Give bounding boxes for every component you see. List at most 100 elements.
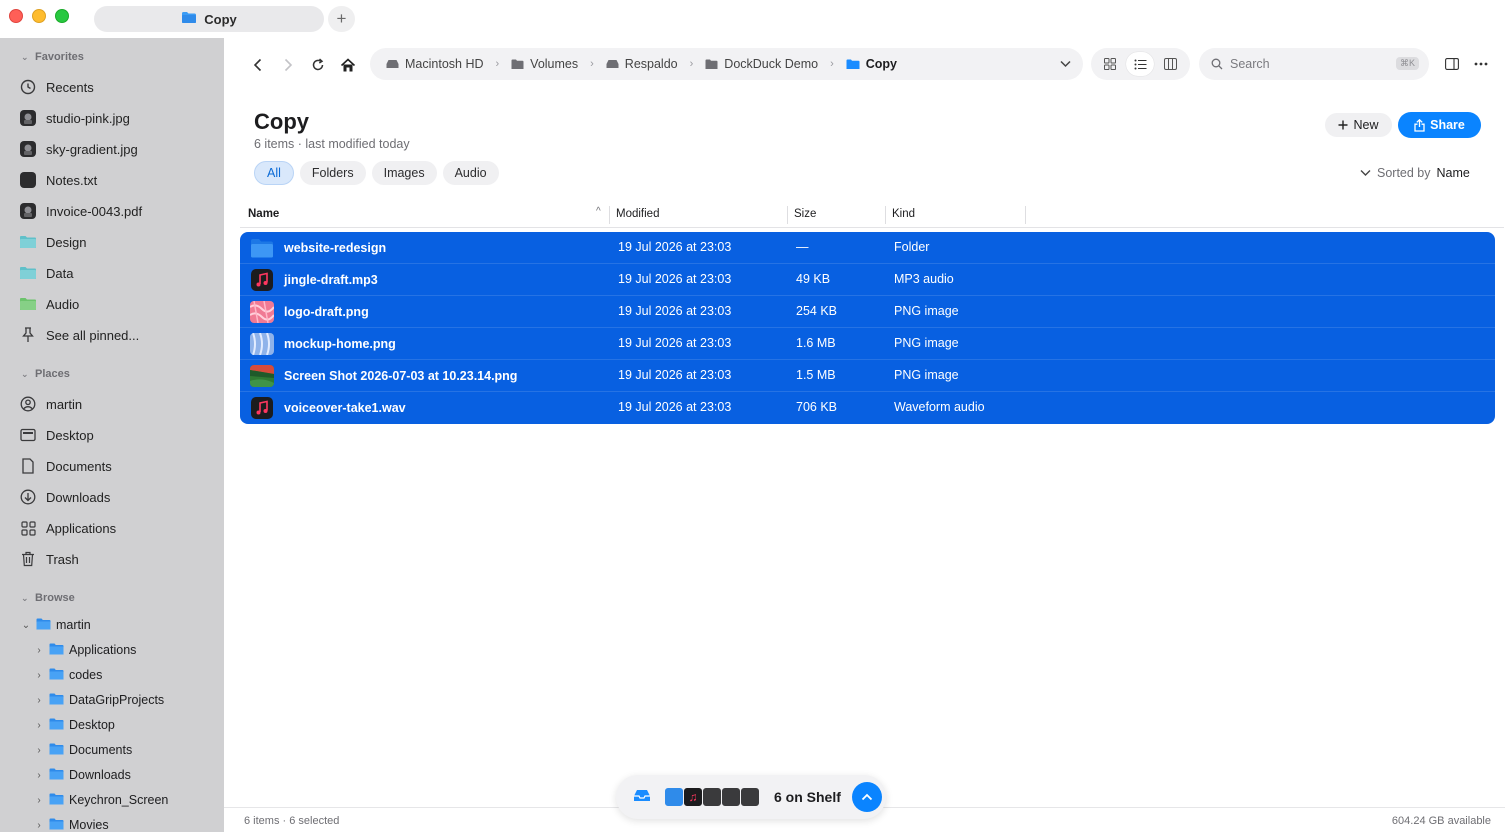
filter-all[interactable]: All [254,161,294,185]
browse-tree-item[interactable]: › Documents [34,739,132,761]
breadcrumb-macintosh-hd[interactable]: Macintosh HD [386,57,484,71]
folder-icon [19,295,37,313]
places-section-header[interactable]: ⌄ Places [21,368,70,380]
browse-tree-item[interactable]: › Movies [34,814,109,832]
browse-section-header[interactable]: ⌄ Browse [21,592,75,604]
sidebar-item-martin[interactable]: martin [19,391,82,417]
close-window-button[interactable] [9,9,23,23]
sort-control[interactable]: Sorted by Name [1360,166,1470,180]
chevron-right-icon[interactable]: › [34,820,44,831]
chevron-right-icon[interactable]: › [34,745,44,756]
browse-tree-item[interactable]: › Keychron_Screen [34,789,168,811]
more-options-button[interactable] [1471,54,1491,74]
breadcrumb-respaldo[interactable]: Respaldo [606,57,678,71]
refresh-button[interactable] [307,54,329,76]
sidebar-item-notes[interactable]: Notes.txt [19,167,97,193]
sidebar-item-trash[interactable]: Trash [19,546,79,572]
chevron-down-icon[interactable] [1060,57,1071,71]
sidebar-item-see-all-pinned[interactable]: See all pinned... [19,322,139,348]
browse-tree-item[interactable]: › Downloads [34,764,131,786]
filter-images[interactable]: Images [371,161,437,185]
table-row[interactable]: jingle-draft.mp3 19 Jul 2026 at 23:03 49 K… [240,264,1495,296]
search-input[interactable] [1230,57,1380,71]
filter-folders[interactable]: Folders [299,161,366,185]
browse-tree-item[interactable]: › DataGripProjects [34,689,164,711]
sidebar-item-design[interactable]: Design [19,229,86,255]
browse-tree-item[interactable]: › codes [34,664,102,686]
filter-audio[interactable]: Audio [442,161,499,185]
icon-view-button[interactable] [1096,52,1124,76]
image-file-icon [740,787,760,807]
folder-icon [49,693,64,708]
path-bar[interactable]: Macintosh HD › Volumes › Respaldo › Dock… [370,48,1083,80]
column-header-size[interactable]: Size [794,208,816,220]
breadcrumb-dockduck-demo[interactable]: DockDuck Demo [705,57,818,71]
column-header-name[interactable]: Name [248,208,279,220]
browse-tree-item[interactable]: › Desktop [34,714,115,736]
home-button[interactable] [337,54,359,76]
folder-icon [49,718,64,733]
sidebar-item-audio[interactable]: Audio [19,291,79,317]
shelf-thumbnails: ♫ [664,787,760,807]
tray-icon[interactable] [633,787,651,806]
minimize-window-button[interactable] [32,9,46,23]
share-button[interactable]: Share [1398,112,1481,138]
chevron-right-icon[interactable]: › [34,645,44,656]
file-size: — [796,240,809,254]
tab-title: Copy [204,11,237,27]
search-box[interactable]: ⌘K [1199,48,1429,80]
breadcrumb-separator: › [689,58,694,70]
sidebar-item-downloads[interactable]: Downloads [19,484,110,510]
shelf-widget[interactable]: ♫ 6 on Shelf [616,775,886,819]
sidebar-item-desktop[interactable]: Desktop [19,422,94,448]
sidebar-item-sky-gradient[interactable]: sky-gradient.jpg [19,136,138,162]
zoom-window-button[interactable] [55,9,69,23]
expand-shelf-button[interactable] [852,782,882,812]
breadcrumb-volumes[interactable]: Volumes [511,57,578,71]
new-button[interactable]: New [1325,113,1392,137]
image-thumbnail [250,301,274,323]
breadcrumb-separator: › [590,58,594,70]
new-tab-button[interactable]: + [328,6,355,32]
browse-tree-root-martin[interactable]: ⌄ martin [21,614,91,636]
search-shortcut-badge: ⌘K [1395,57,1419,70]
chevron-right-icon[interactable]: › [34,770,44,781]
list-view-button[interactable] [1126,52,1155,76]
file-name: website-redesign [284,241,387,255]
toggle-sidebar-button[interactable] [1442,54,1462,74]
file-kind: Waveform audio [894,400,985,414]
chevron-right-icon[interactable]: › [34,670,44,681]
sidebar-item-data[interactable]: Data [19,260,73,286]
pin-icon [19,326,37,344]
file-kind: MP3 audio [894,272,954,286]
table-row[interactable]: Screen Shot 2026-07-03 at 10.23.14.png 19… [240,360,1495,392]
home-icon [340,57,356,71]
table-row[interactable]: website-redesign 19 Jul 2026 at 23:03 — Fol… [240,232,1495,264]
table-row[interactable]: voiceover-take1.wav 19 Jul 2026 at 23:03 7… [240,392,1495,424]
column-header-kind[interactable]: Kind [892,208,915,220]
sidebar-item-documents[interactable]: Documents [19,453,112,479]
column-header-modified[interactable]: Modified [616,208,659,220]
chevron-right-icon[interactable]: › [34,720,44,731]
forward-button[interactable] [277,54,299,76]
sidebar-item-recents[interactable]: Recents [19,74,94,100]
sidebar-item-studio-pink[interactable]: studio-pink.jpg [19,105,130,131]
table-row[interactable]: mockup-home.png 19 Jul 2026 at 23:03 1.6 M… [240,328,1495,360]
sidebar-item-applications[interactable]: Applications [19,515,116,541]
table-row[interactable]: logo-draft.png 19 Jul 2026 at 23:03 254 KB… [240,296,1495,328]
file-modified: 19 Jul 2026 at 23:03 [618,304,732,318]
browse-tree-item[interactable]: › Applications [34,639,136,661]
sidebar-item-invoice[interactable]: Invoice-0043.pdf [19,198,142,224]
favorites-section-header[interactable]: ⌄ Favorites [21,51,84,63]
tab-copy[interactable]: Copy [94,6,324,32]
title-bar: Copy + [0,0,1505,38]
column-view-button[interactable] [1157,52,1185,76]
chevron-right-icon[interactable]: › [34,795,44,806]
folder-icon [19,233,37,251]
image-thumbnail [250,333,274,355]
back-button[interactable] [247,54,269,76]
chevron-right-icon[interactable]: › [34,695,44,706]
folder-icon [664,787,684,807]
breadcrumb-copy[interactable]: Copy [846,57,897,71]
chevron-down-icon[interactable]: ⌄ [21,620,31,631]
